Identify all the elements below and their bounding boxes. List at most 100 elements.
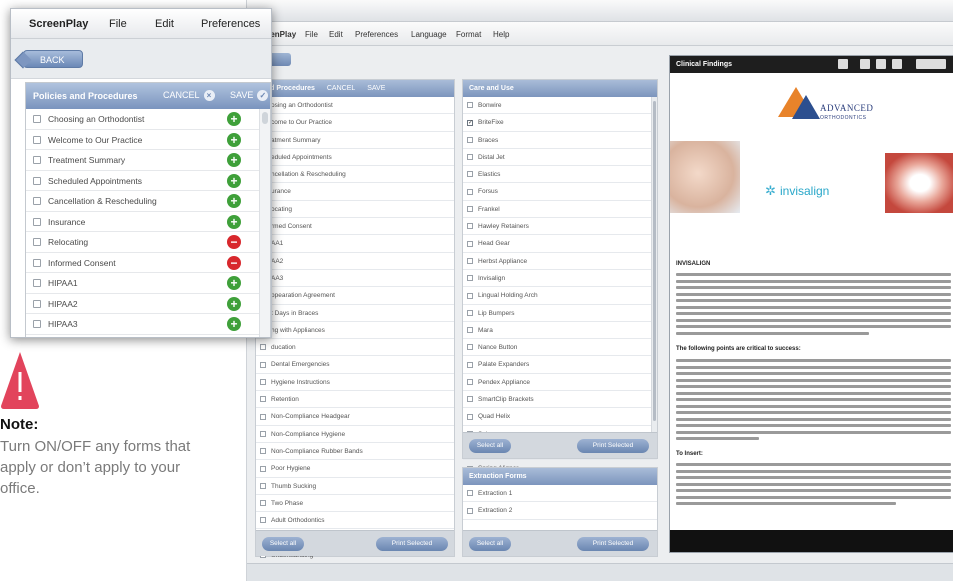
- list-item[interactable]: Extraction 1: [463, 485, 657, 503]
- checkbox[interactable]: [467, 240, 473, 247]
- checkbox[interactable]: [33, 197, 41, 205]
- policy-item[interactable]: Cancellation & Rescheduling +: [26, 191, 270, 212]
- checkbox[interactable]: [467, 379, 473, 386]
- list-item[interactable]: Non-Compliance Hygiene: [256, 426, 454, 443]
- checkbox[interactable]: [467, 136, 473, 143]
- list-item[interactable]: Frankel: [463, 201, 657, 219]
- menu-edit[interactable]: Edit: [329, 30, 343, 39]
- checkbox[interactable]: [260, 448, 266, 455]
- policy-item[interactable]: HIPAA3 +: [26, 314, 270, 335]
- list-item[interactable]: ocating: [256, 201, 454, 219]
- checkbox[interactable]: [467, 396, 473, 403]
- checkbox[interactable]: [467, 490, 473, 497]
- checkbox-checked[interactable]: ✓: [467, 119, 473, 126]
- checkbox[interactable]: [260, 465, 266, 472]
- list-item[interactable]: Forsus: [463, 183, 657, 201]
- policies-scrollbar[interactable]: [259, 109, 270, 337]
- checkbox[interactable]: [260, 482, 266, 489]
- plus-circle-icon[interactable]: +: [227, 153, 241, 167]
- list-item[interactable]: ppearation Agreement: [256, 287, 454, 305]
- menu-help[interactable]: Help: [493, 30, 509, 39]
- list-item[interactable]: Braces: [463, 132, 657, 149]
- checkbox[interactable]: [467, 413, 473, 420]
- policies-print-selected-button[interactable]: Print Selected: [376, 537, 448, 551]
- policies-select-all-button[interactable]: Select all: [262, 537, 304, 551]
- list-item[interactable]: Hygiene Instructions: [256, 374, 454, 392]
- policies-save-button[interactable]: SAVE: [367, 85, 385, 92]
- policy-item[interactable]: Insurance +: [26, 212, 270, 232]
- list-item[interactable]: Palate Expanders: [463, 356, 657, 374]
- list-item[interactable]: urance: [256, 183, 454, 201]
- save-button[interactable]: SAVE ✓: [230, 90, 269, 102]
- list-item[interactable]: Quad Helix: [463, 408, 657, 426]
- checkbox[interactable]: [260, 413, 266, 420]
- checkbox[interactable]: [467, 171, 473, 178]
- checkbox[interactable]: [467, 102, 473, 109]
- list-item[interactable]: Lingual Holding Arch: [463, 287, 657, 305]
- list-item[interactable]: Lip Bumpers: [463, 305, 657, 322]
- list-item[interactable]: Invisalign: [463, 270, 657, 288]
- list-item[interactable]: AA3: [256, 270, 454, 288]
- checkbox[interactable]: [260, 517, 266, 524]
- list-item[interactable]: Hawley Retainers: [463, 218, 657, 236]
- checkbox[interactable]: [260, 361, 266, 368]
- checkbox[interactable]: [33, 258, 41, 267]
- list-item[interactable]: Bonwire: [463, 97, 657, 115]
- minus-circle-icon[interactable]: −: [227, 255, 241, 270]
- policies-cancel-button[interactable]: CANCEL: [327, 85, 355, 92]
- zoom-in-icon[interactable]: [860, 59, 870, 69]
- checkbox[interactable]: [467, 327, 473, 334]
- list-item[interactable]: eduled Appointments: [256, 149, 454, 167]
- list-item[interactable]: ng with Appliances: [256, 322, 454, 340]
- list-item[interactable]: Nance Button: [463, 339, 657, 357]
- checkbox[interactable]: [467, 309, 473, 316]
- list-item[interactable]: ncellation & Rescheduling: [256, 166, 454, 184]
- minus-circle-icon[interactable]: −: [227, 235, 241, 249]
- zoom-menu-preferences[interactable]: Preferences: [201, 18, 260, 30]
- plus-circle-icon[interactable]: +: [227, 112, 241, 126]
- menu-format[interactable]: Format: [456, 30, 481, 39]
- menu-file[interactable]: File: [305, 30, 318, 39]
- list-item[interactable]: rmed Consent: [256, 218, 454, 236]
- checkbox[interactable]: [467, 275, 473, 282]
- list-item[interactable]: osing an Orthodontist: [256, 97, 454, 115]
- page-prev-icon[interactable]: [876, 59, 886, 69]
- list-item[interactable]: Adult Orthodontics: [256, 512, 454, 530]
- checkbox[interactable]: [467, 154, 473, 161]
- checkbox[interactable]: [260, 344, 266, 351]
- back-button[interactable]: BACK: [23, 50, 83, 68]
- checkbox[interactable]: [467, 257, 473, 264]
- checkbox[interactable]: [33, 135, 41, 144]
- page-next-icon[interactable]: [892, 59, 902, 69]
- care-use-scrollbar[interactable]: [651, 97, 657, 434]
- list-item[interactable]: AA1: [256, 235, 454, 253]
- plus-circle-icon[interactable]: +: [227, 194, 241, 208]
- list-item[interactable]: Elastics: [463, 166, 657, 184]
- list-item[interactable]: Thumb Sucking: [256, 478, 454, 495]
- zoom-menu-file[interactable]: File: [109, 18, 127, 30]
- list-item[interactable]: Pendex Appliance: [463, 374, 657, 392]
- checkbox[interactable]: [467, 344, 473, 351]
- checkbox[interactable]: [260, 396, 266, 403]
- list-item[interactable]: Distal Jet: [463, 149, 657, 167]
- checkbox[interactable]: [467, 206, 473, 213]
- checkbox[interactable]: [33, 279, 41, 287]
- plus-circle-icon[interactable]: +: [227, 132, 241, 147]
- checkbox[interactable]: [33, 320, 41, 328]
- cancel-button[interactable]: CANCEL ×: [163, 90, 215, 102]
- list-item[interactable]: Head Gear: [463, 235, 657, 253]
- list-item[interactable]: Extraction 2: [463, 502, 657, 520]
- policy-item[interactable]: Welcome to Our Practice +: [26, 130, 270, 150]
- checkbox[interactable]: [467, 188, 473, 195]
- list-item[interactable]: Non-Compliance Headgear: [256, 408, 454, 426]
- list-item[interactable]: Retention: [256, 391, 454, 409]
- care-print-selected-button[interactable]: Print Selected: [577, 439, 649, 453]
- list-item[interactable]: Herbst Appliance: [463, 253, 657, 270]
- care-select-all-button[interactable]: Select all: [469, 439, 511, 453]
- list-item[interactable]: ducation: [256, 339, 454, 357]
- extraction-select-all-button[interactable]: Select all: [469, 537, 511, 551]
- list-item[interactable]: come to Our Practice: [256, 114, 454, 132]
- checkbox[interactable]: [33, 217, 41, 226]
- plus-circle-icon[interactable]: +: [227, 173, 241, 188]
- checkbox[interactable]: [33, 299, 41, 308]
